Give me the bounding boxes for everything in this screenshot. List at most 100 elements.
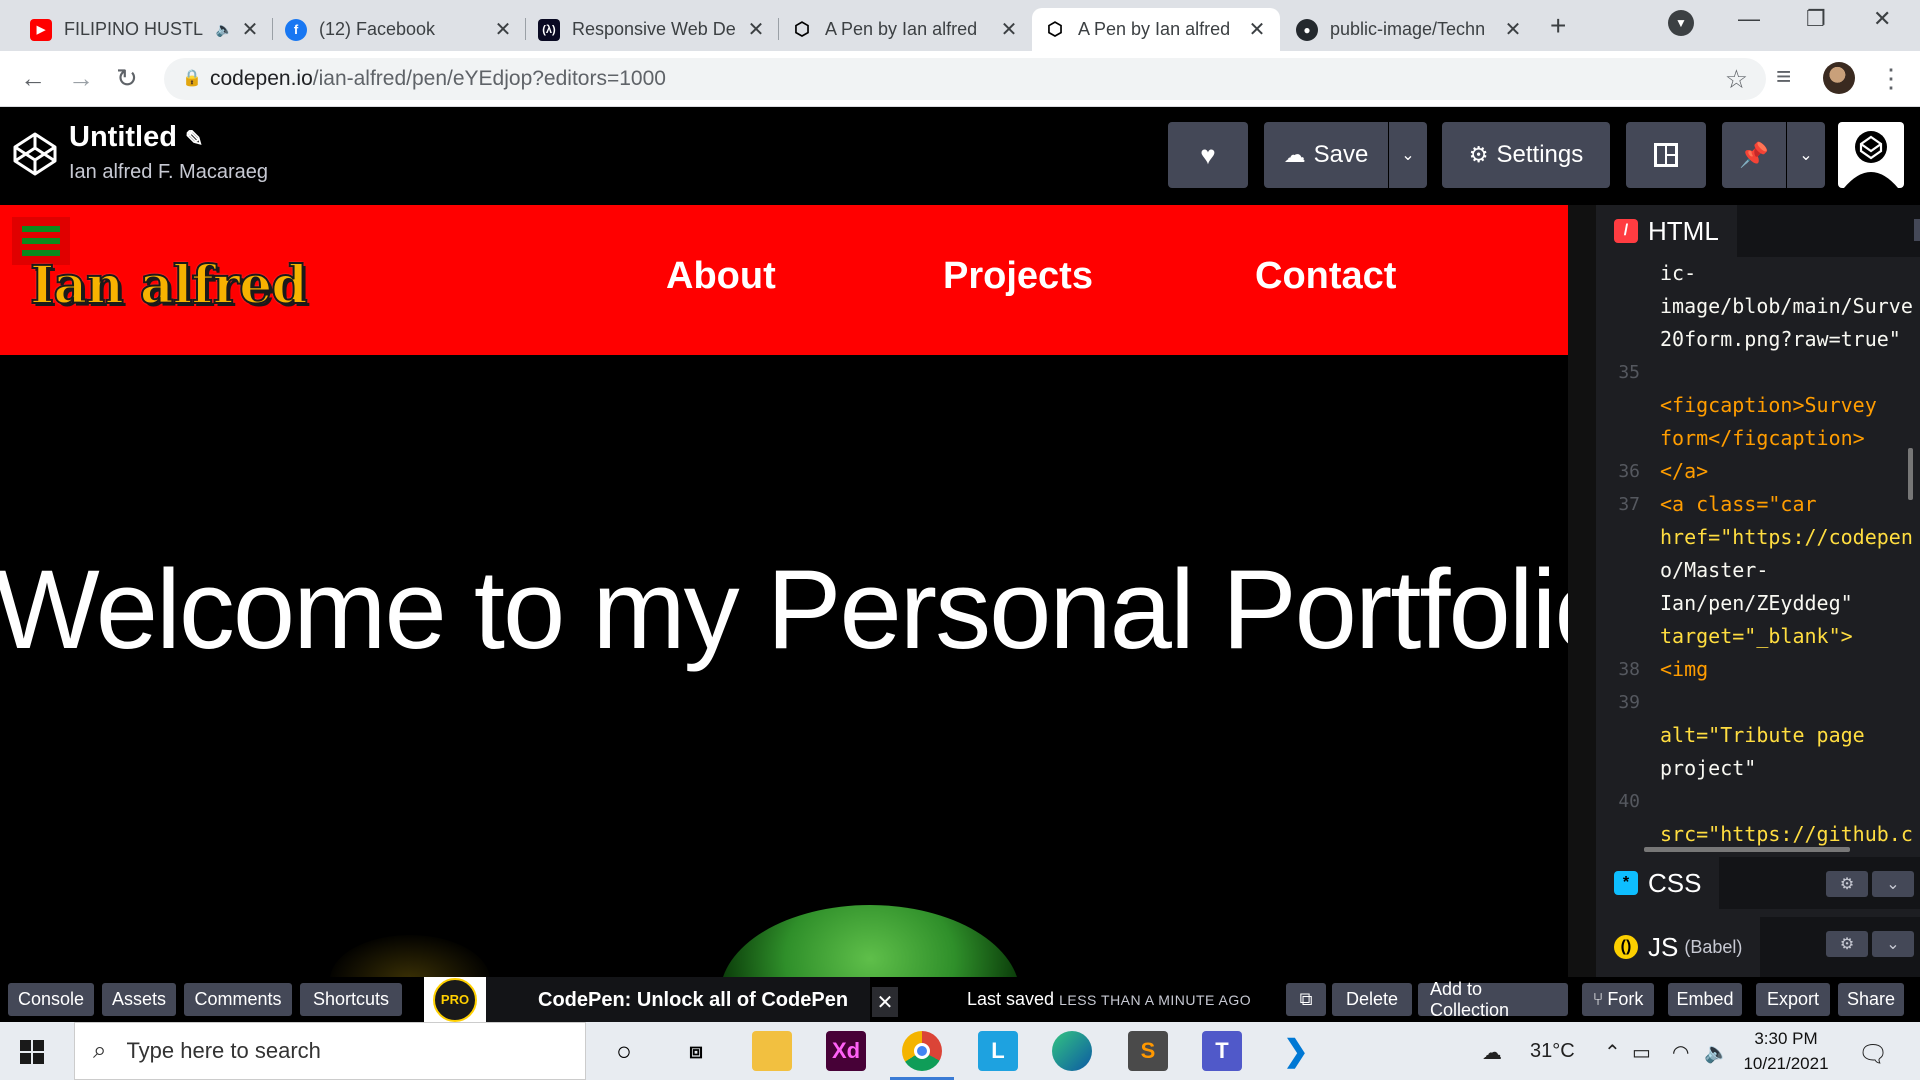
edit-pencil-icon[interactable]: ✎	[185, 126, 203, 151]
lock-icon[interactable]: 🔒	[182, 68, 202, 88]
browser-tab[interactable]: (λ) Responsive Web De ✕	[526, 8, 779, 51]
reload-icon[interactable]: ↻	[116, 63, 138, 94]
url-path: /ian-alfred/pen/eYEdjop?editors=1000	[312, 67, 666, 90]
chrome-menu-icon[interactable]: ⋮	[1878, 63, 1904, 94]
add-to-collection-button[interactable]: Add to Collection	[1418, 979, 1568, 1020]
embed-button[interactable]: Embed	[1668, 983, 1742, 1016]
wifi-icon[interactable]: ◠	[1672, 1040, 1689, 1065]
comments-button[interactable]: Comments	[184, 983, 292, 1016]
browser-tab[interactable]: f (12) Facebook ✕	[273, 8, 526, 51]
close-window-icon[interactable]: ✕	[1873, 6, 1891, 32]
file-explorer-icon[interactable]	[752, 1031, 792, 1071]
close-tab-icon[interactable]: ✕	[492, 17, 514, 42]
close-tab-icon[interactable]: ✕	[745, 17, 767, 42]
editor-vertical-scrollbar[interactable]	[1908, 448, 1913, 500]
pin-button[interactable]: 📌	[1722, 122, 1786, 188]
weather-icon[interactable]: ☁	[1482, 1040, 1502, 1065]
forward-icon[interactable]: →	[68, 63, 94, 94]
nav-link-contact[interactable]: Contact	[1255, 255, 1396, 298]
close-tab-icon[interactable]: ✕	[239, 17, 261, 42]
site-logo[interactable]: Ian alfred	[29, 254, 309, 317]
pen-author[interactable]: Ian alfred F. Macaraeg	[69, 161, 268, 184]
browser-tab[interactable]: ● public-image/Techn ✕	[1284, 8, 1536, 51]
profile-avatar[interactable]	[1823, 62, 1855, 94]
task-view-icon[interactable]: ⧈	[676, 1031, 716, 1071]
l-app-icon[interactable]: L	[978, 1031, 1018, 1071]
vscode-icon[interactable]: ❯	[1276, 1031, 1316, 1071]
taskbar-search-input[interactable]: ⌕ Type here to search	[74, 1022, 586, 1080]
browser-tab-active[interactable]: ⬡ A Pen by Ian alfred ✕	[1032, 8, 1280, 51]
user-avatar[interactable]	[1838, 122, 1904, 188]
nav-link-about[interactable]: About	[666, 255, 776, 298]
heart-button[interactable]: ♥	[1168, 122, 1248, 188]
layout-icon	[1654, 143, 1678, 167]
open-external-button[interactable]: ⧉	[1286, 983, 1326, 1016]
css-collapse-button[interactable]: ⌄	[1872, 871, 1914, 897]
fork-button[interactable]: ⑂ Fork	[1582, 983, 1654, 1016]
codepen-header: Untitled ✎ Ian alfred F. Macaraeg ♥ ☁ Save…	[0, 107, 1920, 205]
save-button[interactable]: ☁ Save	[1264, 122, 1388, 188]
new-tab-button[interactable]: +	[1550, 10, 1566, 42]
tab-title: Responsive Web De	[572, 19, 736, 39]
sublime-icon[interactable]: S	[1128, 1031, 1168, 1071]
save-dropdown-button[interactable]: ⌄	[1389, 122, 1427, 188]
code-text: <figcaption>Survey	[1660, 393, 1877, 417]
pen-title[interactable]: Untitled ✎	[69, 121, 203, 154]
console-button[interactable]: Console	[8, 983, 94, 1016]
js-collapse-button[interactable]: ⌄	[1872, 931, 1914, 957]
search-icon: ⌕	[93, 1037, 107, 1064]
close-promo-button[interactable]: ✕	[872, 987, 898, 1017]
js-tab-label: JS	[1648, 931, 1679, 962]
assets-button[interactable]: Assets	[102, 983, 176, 1016]
browser-tab[interactable]: ⬡ A Pen by Ian alfred ✕	[779, 8, 1032, 51]
shortcuts-button[interactable]: Shortcuts	[300, 983, 402, 1016]
url-host: codepen.io	[210, 67, 313, 90]
export-button[interactable]: Export	[1756, 983, 1830, 1016]
line-number: 36	[1618, 461, 1640, 482]
tab-title: A Pen by Ian alfred	[825, 19, 978, 39]
freecodecamp-icon: (λ)	[538, 18, 560, 41]
js-settings-button[interactable]: ⚙	[1826, 931, 1868, 957]
close-tab-icon[interactable]: ✕	[998, 17, 1020, 42]
adobe-xd-icon[interactable]: Xd	[826, 1031, 866, 1071]
browser-tab[interactable]: ▶ FILIPINO HUSTL 🔈 ✕	[18, 8, 273, 51]
volume-icon[interactable]: 🔈	[1704, 1040, 1729, 1065]
pin-dropdown-button[interactable]: ⌄	[1787, 122, 1825, 188]
chrome-icon[interactable]	[902, 1031, 942, 1071]
bookmark-star-icon[interactable]: ☆	[1725, 64, 1748, 95]
html-code-editor[interactable]: ic-image/blob/main/Surve 20form.png?raw=t…	[1596, 257, 1920, 857]
temperature-readout[interactable]: 31°C	[1530, 1040, 1575, 1063]
html-settings-button[interactable]	[1914, 219, 1920, 241]
close-tab-icon[interactable]: ✕	[1502, 17, 1524, 42]
delete-button[interactable]: Delete	[1332, 983, 1412, 1016]
restore-icon[interactable]: ❐	[1806, 6, 1826, 32]
windows-start-icon[interactable]	[20, 1040, 44, 1064]
tab-html[interactable]: / HTML	[1596, 205, 1737, 257]
audio-icon[interactable]: 🔈	[216, 21, 233, 38]
notification-center-icon[interactable]: 🗨	[1858, 1040, 1888, 1069]
tab-js[interactable]: () JS (Babel)	[1596, 917, 1761, 977]
css-settings-button[interactable]: ⚙	[1826, 871, 1868, 897]
codepen-logo-icon[interactable]	[12, 131, 58, 177]
resize-gutter[interactable]	[1568, 205, 1596, 977]
share-button[interactable]: Share	[1838, 983, 1904, 1016]
teams-icon[interactable]: T	[1202, 1031, 1242, 1071]
tray-overflow-icon[interactable]: ⌃	[1604, 1040, 1621, 1065]
minimize-icon[interactable]: —	[1738, 6, 1760, 32]
battery-icon[interactable]: ▭	[1632, 1040, 1651, 1065]
editor-horizontal-scrollbar[interactable]	[1644, 847, 1850, 852]
tab-css[interactable]: * CSS	[1596, 857, 1720, 909]
tab-search-icon[interactable]: ▼	[1668, 10, 1694, 36]
close-tab-icon[interactable]: ✕	[1246, 17, 1268, 42]
pro-promo-banner[interactable]: PRO CodePen: Unlock all of CodePen	[424, 977, 870, 1022]
edge-icon[interactable]	[1052, 1031, 1092, 1071]
preview-pane[interactable]: Ian alfred About Projects Contact Welcom…	[0, 205, 1568, 977]
reading-list-icon[interactable]: ≡	[1776, 61, 1791, 92]
change-view-button[interactable]	[1626, 122, 1706, 188]
cortana-icon[interactable]: ○	[604, 1031, 644, 1071]
nav-link-projects[interactable]: Projects	[943, 255, 1093, 298]
settings-button[interactable]: ⚙ Settings	[1442, 122, 1610, 188]
back-icon[interactable]: ←	[20, 63, 46, 94]
url-input[interactable]: 🔒 codepen.io/ian-alfred/pen/eYEdjop?edit…	[164, 58, 1766, 100]
system-clock[interactable]: 3:30 PM 10/21/2021	[1740, 1026, 1832, 1076]
